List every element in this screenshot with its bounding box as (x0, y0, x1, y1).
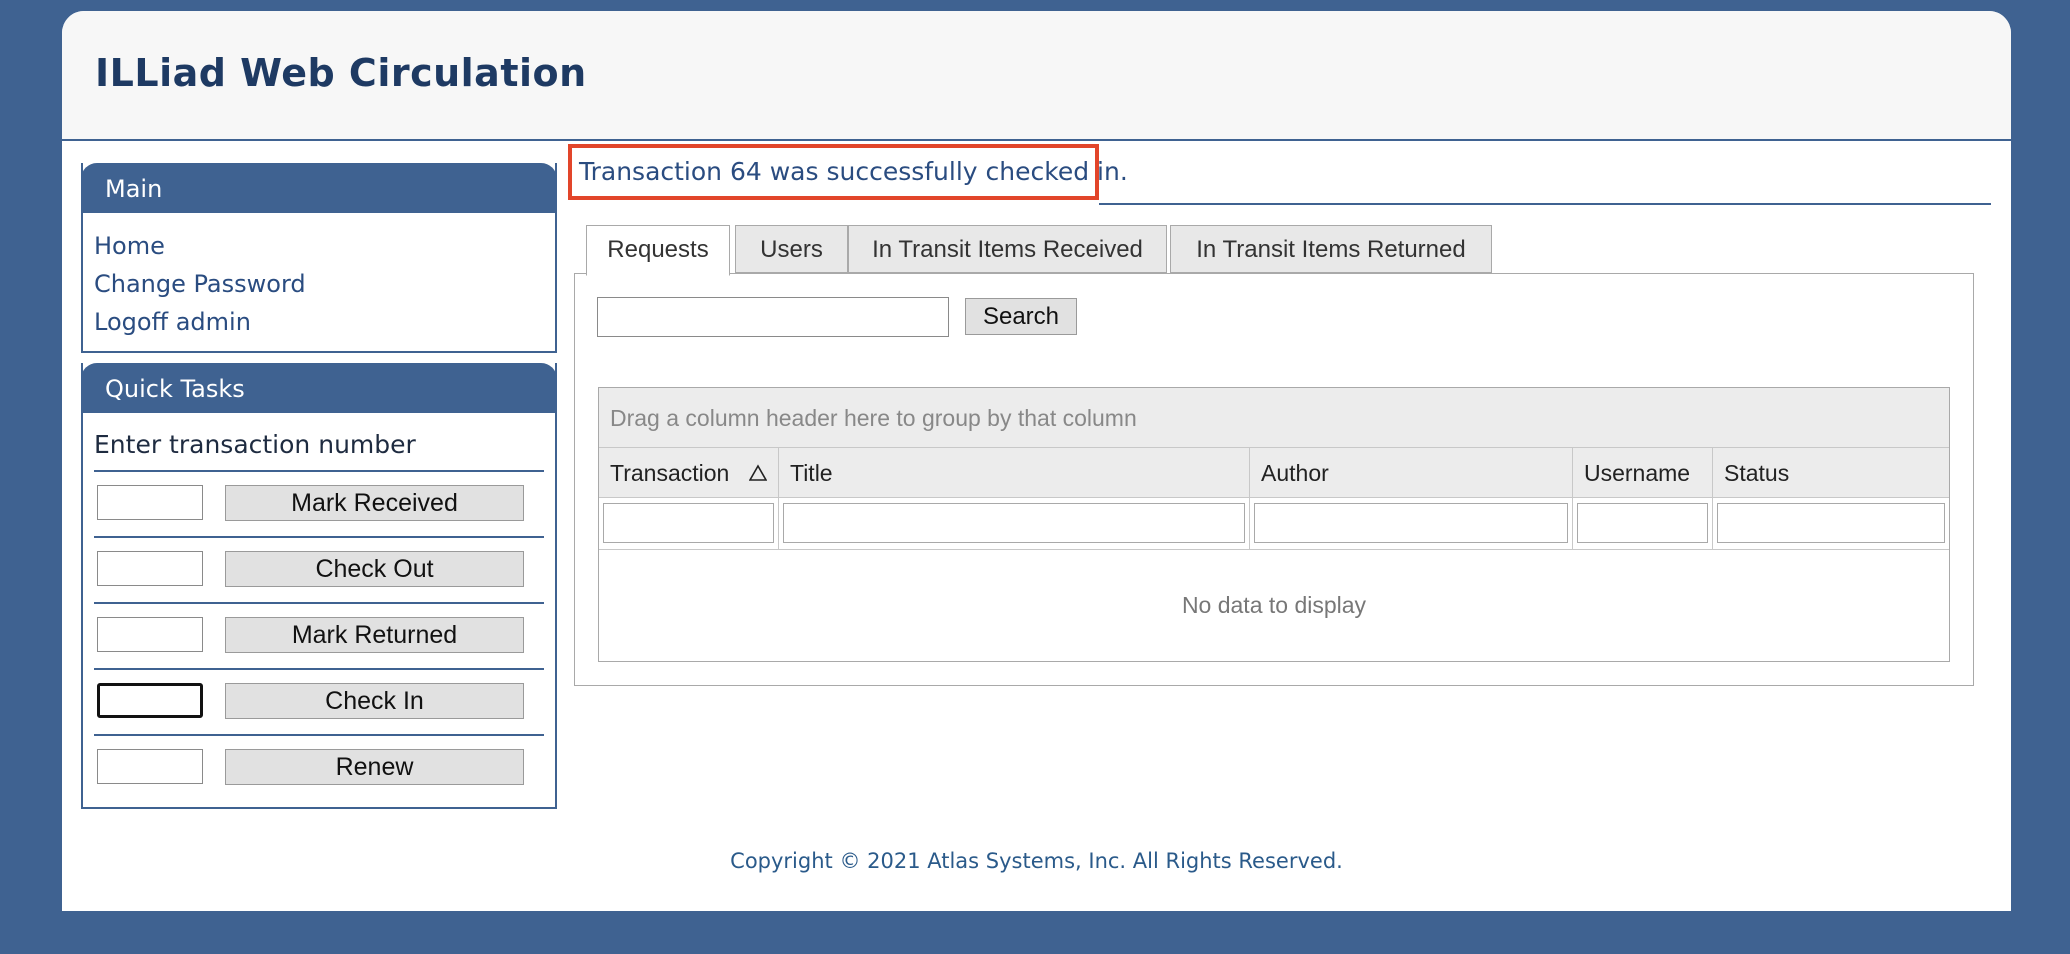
column-header-title[interactable]: Title (779, 448, 1250, 497)
column-header-label: Transaction (610, 460, 730, 486)
quick-tasks-heading: Quick Tasks (81, 363, 557, 413)
mark-received-row: Mark Received (94, 470, 544, 536)
column-header-author[interactable]: Author (1250, 448, 1573, 497)
requests-tab-panel: Search Drag a column header here to grou… (574, 273, 1974, 686)
tab-in-transit-items-received[interactable]: In Transit Items Received (848, 225, 1167, 273)
check-out-input[interactable] (97, 551, 203, 586)
grid-header-row: Transaction Title Author Username Status (599, 448, 1949, 498)
grid-filter-row (599, 498, 1949, 550)
filter-cell-transaction (599, 498, 779, 549)
search-button[interactable]: Search (965, 298, 1077, 335)
copyright: Copyright © 2021 Atlas Systems, Inc. All… (730, 849, 1343, 873)
renew-row: Renew (94, 734, 544, 800)
mark-returned-button[interactable]: Mark Returned (225, 617, 524, 653)
mark-returned-row: Mark Returned (94, 602, 544, 668)
check-out-button[interactable]: Check Out (225, 551, 524, 587)
logoff-link[interactable]: Logoff admin (94, 303, 555, 341)
renew-button[interactable]: Renew (225, 749, 524, 785)
message-divider (1099, 203, 1991, 205)
group-by-panel[interactable]: Drag a column header here to group by th… (599, 388, 1949, 448)
tab-users[interactable]: Users (735, 225, 848, 273)
filter-cell-username (1573, 498, 1713, 549)
header: ILLiad Web Circulation (62, 11, 2011, 141)
requests-grid: Drag a column header here to group by th… (598, 387, 1950, 662)
sort-ascending-icon (749, 464, 767, 481)
change-password-link[interactable]: Change Password (94, 265, 555, 303)
app-frame: ILLiad Web Circulation Main Home Change … (62, 11, 2011, 911)
filter-author-input[interactable] (1254, 503, 1568, 543)
filter-cell-author (1250, 498, 1573, 549)
check-in-button[interactable]: Check In (225, 683, 524, 719)
renew-input[interactable] (97, 749, 203, 784)
filter-transaction-input[interactable] (603, 503, 774, 543)
check-in-input[interactable] (97, 683, 203, 718)
filter-status-input[interactable] (1717, 503, 1945, 543)
filter-title-input[interactable] (783, 503, 1245, 543)
grid-empty-message: No data to display (1181, 592, 1367, 618)
quick-tasks-panel: Quick Tasks Enter transaction number Mar… (81, 363, 557, 809)
check-out-row: Check Out (94, 536, 544, 602)
check-in-row: Check In (94, 668, 544, 734)
home-link[interactable]: Home (94, 227, 555, 265)
mark-received-input[interactable] (97, 485, 203, 520)
column-header-transaction[interactable]: Transaction (599, 448, 779, 497)
tab-in-transit-items-returned[interactable]: In Transit Items Returned (1170, 225, 1492, 273)
column-header-status[interactable]: Status (1713, 448, 1949, 497)
tab-requests[interactable]: Requests (586, 225, 730, 276)
transaction-number-prompt: Enter transaction number (94, 430, 416, 459)
app-title: ILLiad Web Circulation (95, 51, 587, 95)
main-nav: Home Change Password Logoff admin (83, 213, 555, 341)
filter-cell-status (1713, 498, 1949, 549)
mark-received-button[interactable]: Mark Received (225, 485, 524, 521)
main-panel: Main Home Change Password Logoff admin (81, 163, 557, 353)
mark-returned-input[interactable] (97, 617, 203, 652)
column-header-username[interactable]: Username (1573, 448, 1713, 497)
filter-username-input[interactable] (1577, 503, 1708, 543)
filter-cell-title (779, 498, 1250, 549)
status-message-box: Transaction 64 was successfully checked … (568, 144, 1128, 200)
status-message: Transaction 64 was successfully checked … (579, 157, 1128, 186)
main-panel-heading: Main (81, 163, 557, 213)
search-input[interactable] (597, 297, 949, 337)
